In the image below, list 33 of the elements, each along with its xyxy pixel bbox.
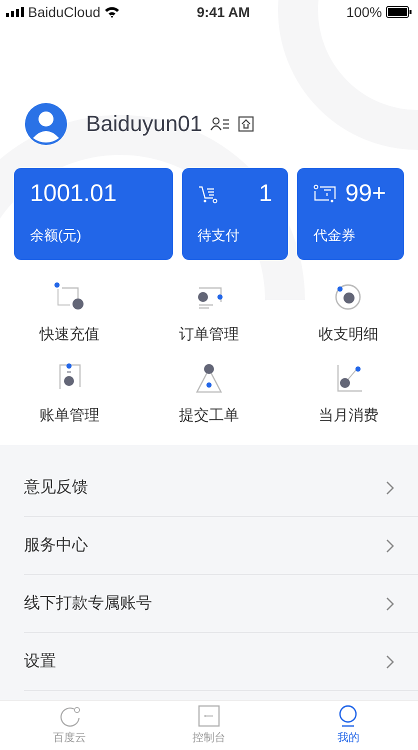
- summary-card[interactable]: 1001.01 余额(元): [14, 168, 172, 260]
- shortcut-label[interactable]: 当月消费: [318, 404, 378, 427]
- battery-icon: [386, 6, 412, 18]
- summary-card[interactable]: 1 待支付: [182, 168, 288, 260]
- shortcut-label[interactable]: 收支明细: [318, 324, 378, 346]
- user-list-icon[interactable]: [210, 116, 230, 132]
- menu-item[interactable]: 设置: [24, 633, 418, 691]
- battery-percent: 100%: [346, 2, 382, 22]
- username: Baiduyun01: [86, 110, 202, 138]
- card-value: 1001.01: [30, 182, 117, 206]
- shortcut-label[interactable]: 快速充值: [40, 324, 100, 346]
- tab-bar-item[interactable]: 我的: [278, 701, 418, 750]
- clock-time: 9:41 AM: [196, 2, 250, 22]
- menu-item[interactable]: 意见反馈: [24, 459, 418, 517]
- shortcut-label[interactable]: 订单管理: [178, 324, 239, 346]
- shortcut-label[interactable]: 提交工单: [178, 404, 239, 427]
- chevron-right-icon: [386, 480, 394, 494]
- carrier-name: BaiduCloud: [28, 2, 100, 22]
- menu-item[interactable]: 线下打款专属账号: [24, 575, 418, 633]
- signal-icon: [6, 7, 24, 17]
- card-label: 代金券: [313, 226, 356, 245]
- card-value: 1: [258, 182, 272, 206]
- card-label: 待支付: [198, 226, 240, 245]
- card-label: 余额(元): [30, 226, 82, 245]
- chevron-right-icon: [386, 538, 394, 552]
- chevron-right-icon: [386, 596, 394, 610]
- chevron-right-icon: [386, 654, 394, 668]
- menu-item[interactable]: 服务中心: [24, 517, 418, 575]
- card-value: 99+: [345, 182, 386, 206]
- summary-card[interactable]: 99+ 代金券: [297, 168, 404, 260]
- shortcut-label[interactable]: 账单管理: [40, 404, 100, 427]
- avatar-icon: [24, 102, 68, 146]
- wifi-icon: [104, 6, 120, 18]
